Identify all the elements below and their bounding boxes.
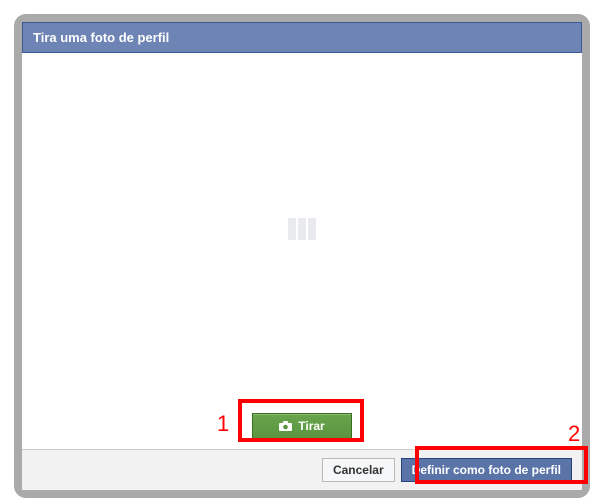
modal-header: Tira uma foto de perfil xyxy=(22,22,582,53)
camera-icon xyxy=(279,421,292,431)
modal-body xyxy=(22,53,582,405)
capture-row: Tirar xyxy=(22,405,582,449)
loading-bar xyxy=(298,218,306,240)
cancel-button[interactable]: Cancelar xyxy=(322,458,395,482)
modal-title: Tira uma foto de perfil xyxy=(33,30,169,45)
loading-indicator xyxy=(288,218,316,240)
set-profile-photo-button[interactable]: Definir como foto de perfil xyxy=(401,458,572,482)
loading-bar xyxy=(308,218,316,240)
capture-button[interactable]: Tirar xyxy=(252,413,351,439)
capture-button-label: Tirar xyxy=(298,419,324,433)
modal-footer: Cancelar Definir como foto de perfil xyxy=(22,449,582,490)
set-profile-photo-label: Definir como foto de perfil xyxy=(412,463,561,477)
cancel-button-label: Cancelar xyxy=(333,463,384,477)
loading-bar xyxy=(288,218,296,240)
profile-photo-modal: Tira uma foto de perfil Tirar Cancelar D xyxy=(14,14,590,498)
